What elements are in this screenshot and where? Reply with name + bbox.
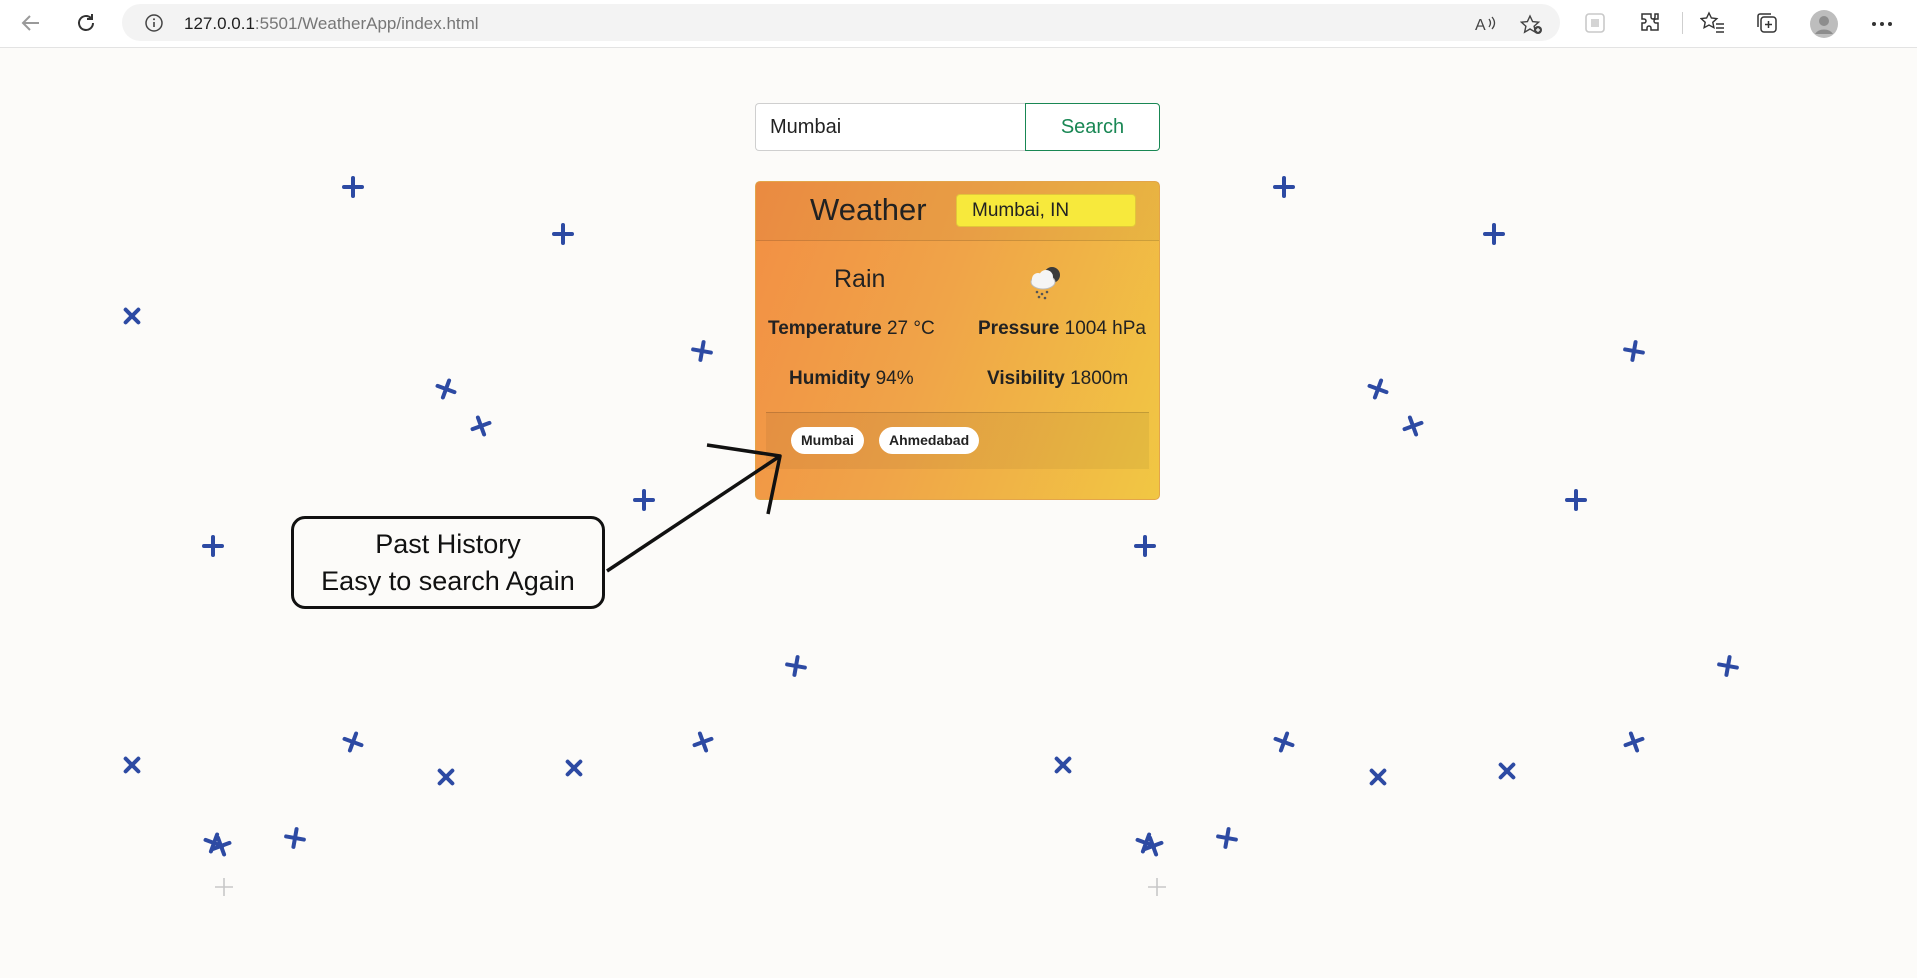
- extensions-icon[interactable]: [1638, 11, 1662, 35]
- background-mark: [692, 731, 714, 753]
- rain-cloud-icon: [1030, 267, 1060, 300]
- address-bar[interactable]: 127.0.0.1:5501/WeatherApp/index.html A: [122, 4, 1560, 41]
- app-available-icon[interactable]: [1584, 12, 1606, 34]
- card-title: Weather: [810, 192, 927, 227]
- humidity-value: 94%: [875, 368, 914, 389]
- background-mark-faint: [215, 878, 233, 896]
- background-mark: [1054, 756, 1072, 774]
- background-mark: [1623, 340, 1645, 362]
- refresh-icon: [78, 14, 94, 31]
- history-chip-ahmedabad[interactable]: Ahmedabad: [879, 427, 980, 454]
- background-mark: [1565, 489, 1587, 511]
- humidity-label: Humidity: [789, 368, 871, 389]
- search-form: Search: [755, 103, 1160, 151]
- temperature-value: 27 °C: [886, 318, 935, 339]
- url-host: 127.0.0.1: [184, 14, 255, 33]
- background-mark: [1142, 835, 1164, 857]
- background-mark-faint: [1148, 878, 1166, 896]
- pressure-stat: Pressure 1004 hPa: [978, 318, 1146, 340]
- profile-avatar-icon[interactable]: [1809, 9, 1839, 39]
- url-text[interactable]: 127.0.0.1:5501/WeatherApp/index.html: [184, 14, 479, 34]
- background-mark: [284, 827, 306, 849]
- background-mark: [1273, 731, 1295, 753]
- background-mark: [1483, 223, 1505, 245]
- background-mark: [1135, 832, 1157, 854]
- background-mark: [785, 655, 807, 677]
- visibility-value: 1800m: [1070, 368, 1129, 389]
- weather-condition: Rain: [834, 265, 886, 293]
- refresh-button[interactable]: [68, 5, 104, 41]
- background-mark: [342, 731, 364, 753]
- back-button[interactable]: [13, 5, 49, 41]
- history-chip-mumbai[interactable]: Mumbai: [791, 427, 864, 454]
- background-mark: [203, 832, 225, 854]
- visibility-stat: Visibility 1800m: [987, 368, 1128, 390]
- visibility-label: Visibility: [987, 368, 1065, 389]
- svg-text:A: A: [1475, 17, 1486, 34]
- humidity-stat: Humidity 94%: [789, 368, 914, 390]
- background-mark: [123, 307, 141, 325]
- background-mark: [1717, 655, 1739, 677]
- weather-card: Weather Mumbai, IN Rain Temperature 27 °…: [755, 181, 1160, 500]
- background-mark: [565, 759, 583, 777]
- city-search-input[interactable]: [755, 103, 1025, 151]
- background-mark: [435, 378, 457, 400]
- background-mark: [633, 489, 655, 511]
- background-mark: [1623, 731, 1645, 753]
- location-badge: Mumbai, IN: [956, 194, 1136, 227]
- more-options-icon[interactable]: [1870, 14, 1894, 34]
- callout-line-2: Easy to search Again: [321, 566, 575, 596]
- background-mark: [1273, 176, 1295, 198]
- pressure-value: 1004 hPa: [1064, 318, 1146, 339]
- pressure-label: Pressure: [978, 318, 1060, 339]
- background-mark: [691, 340, 713, 362]
- search-button[interactable]: Search: [1025, 103, 1160, 151]
- background-mark: [210, 835, 232, 857]
- callout-line-1: Past History: [375, 529, 521, 559]
- toolbar-divider: [1682, 12, 1683, 34]
- background-mark: [470, 415, 492, 437]
- favorites-icon[interactable]: [1700, 11, 1726, 35]
- background-mark: [123, 756, 141, 774]
- background-mark: [552, 223, 574, 245]
- background-mark: [1367, 378, 1389, 400]
- background-mark: [202, 535, 224, 557]
- background-mark: [1216, 827, 1238, 849]
- favorite-add-icon[interactable]: [1520, 14, 1544, 36]
- temperature-label: Temperature: [768, 318, 882, 339]
- background-mark: [1402, 415, 1424, 437]
- search-history: Mumbai Ahmedabad: [766, 412, 1149, 469]
- background-mark: [342, 176, 364, 198]
- info-icon[interactable]: [144, 13, 164, 33]
- collections-icon[interactable]: [1755, 11, 1779, 35]
- card-header: Weather Mumbai, IN: [756, 182, 1159, 241]
- url-path: :5501/WeatherApp/index.html: [254, 14, 479, 33]
- temperature-stat: Temperature 27 °C: [768, 318, 935, 340]
- background-mark: [437, 768, 455, 786]
- read-aloud-icon[interactable]: A: [1474, 14, 1498, 34]
- background-mark: [1369, 768, 1387, 786]
- background-mark: [1498, 762, 1516, 780]
- browser-toolbar: 127.0.0.1:5501/WeatherApp/index.html A: [0, 0, 1917, 48]
- background-mark: [1134, 535, 1156, 557]
- annotation-callout: Past History Easy to search Again: [291, 516, 605, 609]
- back-arrow-icon: [21, 15, 39, 31]
